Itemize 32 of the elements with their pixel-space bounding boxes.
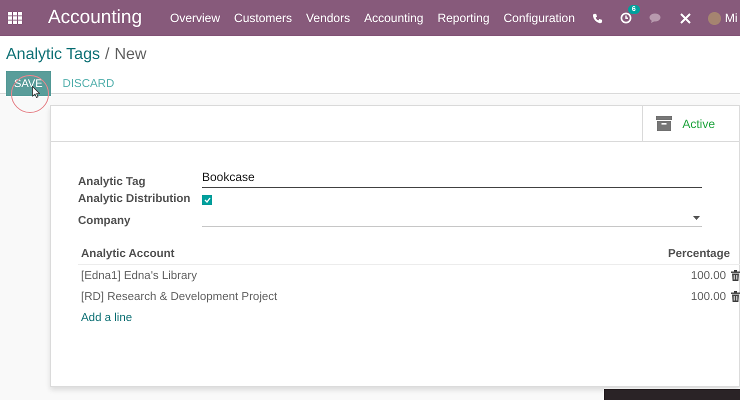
trash-icon[interactable]: [731, 270, 740, 281]
table-cell: 100.00: [690, 270, 726, 282]
table-cell-text: [RD] Research & Development Project: [81, 290, 278, 302]
tools-icon[interactable]: [680, 12, 691, 24]
breadcrumb-link[interactable]: Analytic Tags: [6, 46, 100, 64]
breadcrumb-current: New: [114, 46, 146, 64]
menu-item[interactable]: Configuration: [504, 11, 575, 25]
trash-icon[interactable]: [731, 291, 740, 302]
phone-icon[interactable]: [592, 12, 603, 24]
column-header: Percentage: [668, 248, 730, 260]
field-label: Analytic Tag: [78, 176, 147, 188]
menu-item[interactable]: Overview: [170, 11, 220, 25]
menu-item[interactable]: Accounting: [364, 11, 424, 25]
app-title: Accounting: [48, 7, 142, 29]
table-cell: 100.00: [690, 290, 726, 302]
active-toggle-button[interactable]: Active: [642, 106, 739, 141]
apps-grid-icon[interactable]: [8, 12, 22, 24]
menu-item[interactable]: Reporting: [437, 11, 490, 25]
table-cell-text: [Edna1] Edna's Library: [81, 270, 198, 282]
menu-item[interactable]: Customers: [234, 11, 292, 25]
breadcrumb-separator: /: [104, 46, 110, 64]
column-header: Analytic Account: [81, 248, 176, 260]
archive-box-icon: [656, 116, 672, 131]
checkbox[interactable]: [202, 195, 212, 205]
user-name[interactable]: Mi: [724, 11, 738, 25]
field-label: Analytic Distribution: [78, 193, 192, 205]
save-button[interactable]: SAVE: [6, 71, 51, 96]
caret-icon: [693, 216, 700, 220]
clock-icon[interactable]: [620, 12, 632, 24]
menu-item[interactable]: Vendors: [306, 11, 350, 25]
add-line-link[interactable]: Add a line: [81, 312, 132, 324]
field-label: Company: [78, 215, 132, 227]
